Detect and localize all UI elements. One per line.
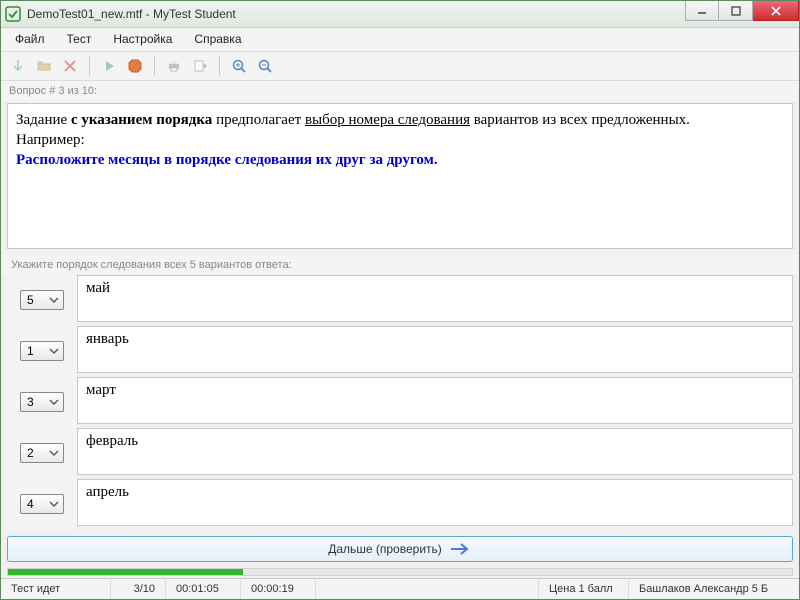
toolbar-zoom-in-button[interactable] [228,55,250,77]
toolbar-down-button[interactable] [7,55,29,77]
status-score: Цена 1 балл [539,579,629,599]
toolbar-separator [89,56,90,76]
play-icon [101,58,117,74]
answers-area: 5 май 1 январь 3 март [7,275,793,530]
status-author: Башлаков Александр 5 Б [629,579,799,599]
order-select-1[interactable]: 1 [20,341,64,361]
menu-bar: Файл Тест Настройка Справка [1,28,799,51]
answer-hint: Укажите порядок следования всех 5 вариан… [1,255,799,275]
toolbar [1,52,799,81]
question-line2: Например: [16,132,85,148]
close-icon [771,6,781,16]
maximize-button[interactable] [719,1,753,21]
arrow-right-icon [450,542,472,556]
stop-icon [127,58,143,74]
order-select-4[interactable]: 4 [20,494,64,514]
order-value: 4 [27,497,34,511]
answer-text-4: апрель [77,479,793,526]
chevron-down-icon [48,498,60,510]
title-bar: DemoTest01_new.mtf - MyTest Student [1,1,799,28]
status-state: Тест идет [1,579,111,599]
order-value: 2 [27,446,34,460]
question-line1-d: выбор номера следования [305,112,470,128]
zoom-in-icon [231,58,247,74]
status-bar: Тест идет 3/10 00:01:05 00:00:19 Цена 1 … [1,578,799,599]
answer-row: 5 май [7,275,793,326]
app-window: DemoTest01_new.mtf - MyTest Student Файл… [0,0,800,600]
menu-test[interactable]: Тест [57,30,102,48]
folder-icon [36,58,52,74]
close-button[interactable] [753,1,799,21]
question-line1-a: Задание [16,112,71,128]
chevron-down-icon [48,294,60,306]
menu-settings[interactable]: Настройка [103,30,182,48]
chevron-down-icon [48,396,60,408]
order-value: 3 [27,395,34,409]
question-line1-e: вариантов из всех предложенных. [470,112,690,128]
order-select-0[interactable]: 5 [20,290,64,310]
answer-text-0: май [77,275,793,322]
answer-row: 2 февраль [7,428,793,479]
app-icon [5,6,21,22]
status-question-time: 00:00:19 [241,579,316,599]
toolbar-play-button[interactable] [98,55,120,77]
maximize-icon [731,6,741,16]
next-button[interactable]: Дальше (проверить) [7,536,793,562]
question-number-label: Вопрос # 3 из 10: [1,81,799,101]
toolbar-folder-button[interactable] [33,55,55,77]
question-line1-b: с указанием порядка [71,112,212,128]
answer-row: 3 март [7,377,793,428]
status-spacer [316,579,539,599]
order-select-3[interactable]: 2 [20,443,64,463]
answer-text-2: март [77,377,793,424]
minimize-icon [697,6,707,16]
export-icon [192,58,208,74]
status-elapsed: 00:01:05 [166,579,241,599]
progress-bar [7,568,793,576]
order-value: 5 [27,293,34,307]
print-icon [166,58,182,74]
chevron-down-icon [48,345,60,357]
chevron-down-icon [48,447,60,459]
toolbar-separator [154,56,155,76]
cancel-icon [62,58,78,74]
next-button-label: Дальше (проверить) [328,542,442,556]
menu-help[interactable]: Справка [184,30,251,48]
question-text: Задание с указанием порядка предполагает… [7,103,793,249]
order-value: 1 [27,344,34,358]
progress-fill [8,569,243,575]
answer-row: 1 январь [7,326,793,377]
answer-row: 4 апрель [7,479,793,530]
toolbar-export-button[interactable] [189,55,211,77]
zoom-out-icon [257,58,273,74]
toolbar-print-button[interactable] [163,55,185,77]
answer-text-1: январь [77,326,793,373]
minimize-button[interactable] [685,1,719,21]
toolbar-zoom-out-button[interactable] [254,55,276,77]
toolbar-cancel-button[interactable] [59,55,81,77]
arrow-down-icon [10,58,26,74]
answer-text-3: февраль [77,428,793,475]
order-select-2[interactable]: 3 [20,392,64,412]
menu-file[interactable]: Файл [5,30,55,48]
question-line3: Расположите месяцы в порядке следования … [16,152,438,168]
window-title: DemoTest01_new.mtf - MyTest Student [27,7,236,21]
toolbar-stop-button[interactable] [124,55,146,77]
status-position: 3/10 [111,579,166,599]
toolbar-separator [219,56,220,76]
question-line1-c: предполагает [212,112,305,128]
